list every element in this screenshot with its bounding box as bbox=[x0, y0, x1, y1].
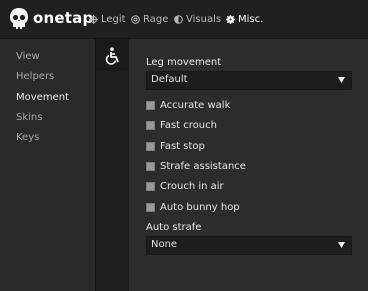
dropdown-arrow-icon bbox=[338, 242, 345, 248]
target-icon bbox=[131, 14, 140, 24]
nav-legit-label: Legit bbox=[101, 13, 126, 25]
auto-strafe-value: None bbox=[151, 239, 178, 250]
leg-movement-label: Leg movement bbox=[146, 57, 222, 68]
auto-strafe-label: Auto strafe bbox=[146, 222, 202, 233]
fast-stop-checkbox[interactable] bbox=[146, 141, 155, 151]
nav-legit[interactable]: Legit bbox=[89, 11, 126, 27]
gear-icon bbox=[226, 14, 235, 24]
auto-bunny-hop-row[interactable]: Auto bunny hop bbox=[146, 201, 240, 213]
nav-misc-label: Misc. bbox=[238, 13, 264, 25]
crouch-in-air-label: Crouch in air bbox=[160, 180, 224, 192]
sidebar-item-helpers[interactable]: Helpers bbox=[16, 71, 54, 82]
strafe-assistance-label: Strafe assistance bbox=[160, 160, 246, 172]
movement-panel: Leg movement Default Accurate walk Fast … bbox=[129, 39, 368, 291]
nav-rage-label: Rage bbox=[143, 13, 169, 25]
fast-crouch-row[interactable]: Fast crouch bbox=[146, 119, 217, 131]
section-icon-strip bbox=[95, 39, 130, 291]
auto-bunny-hop-checkbox[interactable] bbox=[146, 202, 155, 212]
fast-crouch-label: Fast crouch bbox=[160, 119, 217, 131]
nav-rage[interactable]: Rage bbox=[131, 11, 168, 27]
sidebar-item-keys[interactable]: Keys bbox=[16, 132, 39, 143]
fast-crouch-checkbox[interactable] bbox=[146, 120, 155, 130]
leg-movement-dropdown[interactable]: Default bbox=[146, 71, 352, 90]
sidebar-item-view[interactable]: View bbox=[16, 51, 40, 62]
movement-tab-icon-box[interactable] bbox=[96, 39, 129, 71]
sidebar-item-movement[interactable]: Movement bbox=[16, 92, 69, 103]
strafe-assistance-checkbox[interactable] bbox=[146, 161, 155, 171]
sidebar-item-skins[interactable]: Skins bbox=[16, 112, 42, 123]
dropdown-arrow-icon bbox=[338, 77, 345, 83]
skull-logo-icon bbox=[10, 8, 28, 29]
half-circle-icon bbox=[174, 14, 183, 24]
accurate-walk-checkbox[interactable] bbox=[146, 100, 155, 110]
auto-strafe-dropdown[interactable]: None bbox=[146, 236, 352, 255]
nav-misc[interactable]: Misc. bbox=[226, 11, 263, 27]
sidebar: View Helpers Movement Skins Keys bbox=[0, 39, 95, 291]
leg-movement-value: Default bbox=[151, 74, 188, 85]
crouch-in-air-row[interactable]: Crouch in air bbox=[146, 180, 224, 192]
accessibility-icon bbox=[105, 47, 119, 65]
accurate-walk-label: Accurate walk bbox=[160, 99, 231, 111]
fast-stop-label: Fast stop bbox=[160, 140, 205, 152]
nav-visuals[interactable]: Visuals bbox=[174, 11, 221, 27]
top-bar: onetap Legit Rage Visuals Misc. bbox=[0, 0, 368, 39]
nav-visuals-label: Visuals bbox=[186, 13, 222, 25]
crouch-in-air-checkbox[interactable] bbox=[146, 181, 155, 191]
accurate-walk-row[interactable]: Accurate walk bbox=[146, 99, 230, 111]
crosshair-icon bbox=[89, 14, 98, 24]
fast-stop-row[interactable]: Fast stop bbox=[146, 140, 205, 152]
brand-name: onetap bbox=[33, 9, 94, 27]
strafe-assistance-row[interactable]: Strafe assistance bbox=[146, 160, 246, 172]
auto-bunny-hop-label: Auto bunny hop bbox=[160, 201, 240, 213]
